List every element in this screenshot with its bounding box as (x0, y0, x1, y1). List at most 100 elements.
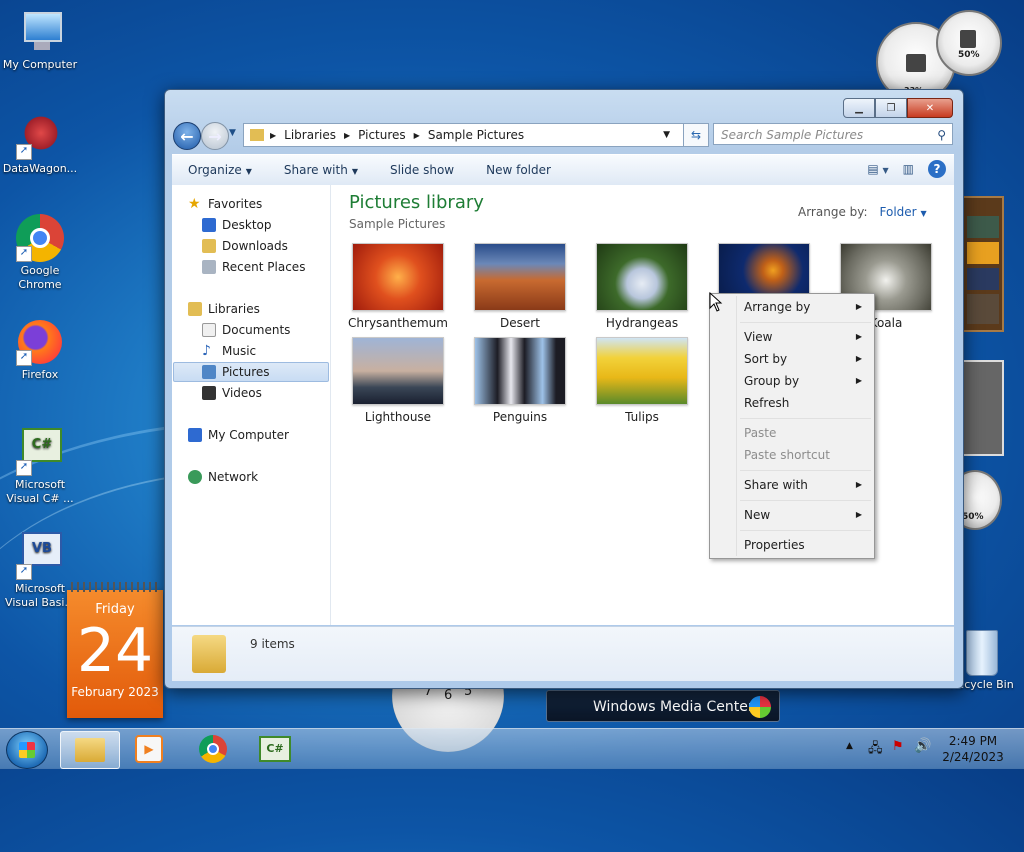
refresh-button[interactable]: ⇆ (683, 123, 709, 147)
menu-item-new[interactable]: New ▶ (744, 504, 870, 526)
nav-libraries[interactable]: Libraries (188, 299, 260, 319)
view-icon: ▤ (867, 162, 879, 176)
taskbar-chrome-button[interactable] (184, 731, 242, 767)
taskbar-media-player-button[interactable]: ▶ (120, 731, 178, 767)
thumbnail-image (596, 337, 688, 405)
thumbnail-item[interactable]: Penguins (465, 337, 575, 424)
menu-item-group-by[interactable]: Group by ▶ (744, 370, 870, 392)
volume-icon[interactable]: 🔊 (914, 738, 931, 754)
preview-pane-button[interactable]: ▥ (903, 162, 914, 176)
show-hidden-icons-button[interactable]: ▲ (846, 741, 853, 751)
thumbnail-item[interactable]: Lighthouse (343, 337, 453, 424)
menu-item-sort-by[interactable]: Sort by ▶ (744, 348, 870, 370)
visual-basic-icon: VB ➚ (16, 532, 64, 580)
nav-my-computer[interactable]: My Computer (188, 425, 289, 445)
nav-documents[interactable]: Documents (202, 320, 290, 340)
media-center-gadget[interactable]: Windows Media Center (546, 690, 780, 722)
back-arrow-icon: ← (180, 126, 194, 146)
desktop-icon-firefox[interactable]: ➚ Firefox (0, 318, 80, 382)
desktop-icon-datawagon[interactable]: ➚ DataWagon... (0, 112, 80, 176)
thumbnail-label: Desert (500, 316, 540, 330)
breadcrumb-pictures[interactable]: Pictures (358, 128, 406, 142)
windows-logo-icon (749, 696, 771, 718)
command-bar: Organize ▼ Share with ▼ Slide show New fol… (172, 154, 954, 186)
chevron-down-icon: ▼ (920, 209, 927, 218)
share-with-button[interactable]: Share with ▼ (268, 163, 374, 177)
submenu-arrow-icon: ▶ (855, 302, 862, 311)
menu-item-arrange-by[interactable]: Arrange by ▶ (744, 296, 870, 318)
nav-music[interactable]: ♪ Music (202, 341, 256, 361)
taskbar-explorer-button[interactable] (60, 731, 120, 769)
submenu-arrow-icon: ▶ (855, 354, 862, 363)
address-dropdown-icon[interactable]: ▼ (663, 130, 670, 140)
music-icon: ♪ (202, 343, 211, 359)
chevron-down-icon: ▼ (351, 167, 358, 176)
thumbnail-item[interactable]: Chrysanthemum (343, 243, 453, 330)
new-folder-label: New folder (486, 163, 551, 177)
nav-favorites[interactable]: ★ Favorites (188, 194, 262, 214)
change-view-button[interactable]: ▤ ▼ (867, 162, 888, 176)
forward-button[interactable]: → (201, 122, 229, 150)
help-button[interactable]: ? (928, 160, 946, 178)
start-button[interactable] (6, 731, 48, 769)
search-input[interactable]: Search Sample Pictures ⚲ (713, 123, 953, 145)
nav-pictures-label: Pictures (222, 365, 270, 379)
taskbar-clock[interactable]: 2:49 PM 2/24/2023 (940, 733, 1006, 765)
breadcrumb-libraries[interactable]: Libraries (284, 128, 336, 142)
close-button[interactable]: ✕ (907, 98, 953, 118)
recent-pages-dropdown[interactable]: ▼ (229, 128, 236, 138)
nav-pictures[interactable]: Pictures (202, 362, 270, 382)
organize-button[interactable]: Organize ▼ (172, 163, 268, 177)
preview-pane-icon: ▥ (902, 162, 914, 176)
nav-recent-places[interactable]: Recent Places (202, 257, 305, 277)
maximize-button[interactable]: ❐ (875, 98, 907, 118)
organize-label: Organize (188, 163, 242, 177)
thumbnail-label: Chrysanthemum (348, 316, 448, 330)
slideshow-gadget[interactable] (962, 196, 1004, 332)
arrange-by-label: Arrange by: (798, 205, 868, 219)
address-bar[interactable]: ▶ Libraries ▶ Pictures ▶ Sample Pictures… (243, 123, 685, 147)
cpu-meter-2-value: 50% (962, 512, 984, 522)
desktop-icon-my-computer[interactable]: My Computer (0, 8, 80, 72)
network-tray-icon[interactable]: 🖧 (868, 739, 883, 761)
shortcut-arrow-icon: ➚ (16, 350, 32, 366)
thumbnail-item[interactable]: Hydrangeas (587, 243, 697, 330)
computer-icon (16, 8, 64, 56)
arrange-by-dropdown[interactable]: Folder ▼ (880, 205, 927, 219)
search-icon: ⚲ (937, 128, 946, 142)
photo-gadget[interactable] (962, 360, 1004, 456)
menu-item-share-with[interactable]: Share with ▶ (744, 474, 870, 496)
menu-item-paste-shortcut[interactable]: Paste shortcut (744, 444, 870, 466)
chevron-down-icon: ▼ (245, 167, 252, 176)
new-folder-button[interactable]: New folder (470, 163, 567, 177)
taskbar-visual-csharp-button[interactable]: C# (246, 731, 304, 767)
nav-desktop[interactable]: Desktop (202, 215, 272, 235)
menu-item-view[interactable]: View ▶ (744, 326, 870, 348)
nav-libraries-label: Libraries (208, 302, 260, 316)
menu-item-paste[interactable]: Paste (744, 422, 870, 444)
menu-item-refresh[interactable]: Refresh (744, 392, 870, 414)
datawagon-icon: ➚ (16, 112, 64, 160)
slide-show-button[interactable]: Slide show (374, 163, 470, 177)
nav-downloads[interactable]: Downloads (202, 236, 288, 256)
nav-videos[interactable]: Videos (202, 383, 262, 403)
desktop-icon-visual-csharp[interactable]: C# ➚ Microsoft Visual C# ... (0, 428, 80, 506)
breadcrumb-sample-pictures[interactable]: Sample Pictures (428, 128, 524, 142)
action-center-flag-icon[interactable]: ⚑ (892, 739, 904, 754)
menu-item-properties[interactable]: Properties (744, 534, 870, 556)
memory-meter-gadget[interactable]: 50% (936, 10, 1002, 76)
submenu-arrow-icon: ▶ (855, 510, 862, 519)
thumbnail-item[interactable]: Desert (465, 243, 575, 330)
desktop-icon-label: Google Chrome (18, 264, 62, 291)
breadcrumb-separator-icon: ▶ (413, 130, 420, 140)
thumbnail-item[interactable]: Tulips (587, 337, 697, 424)
menu-separator (740, 530, 871, 531)
nav-network[interactable]: Network (188, 467, 258, 487)
cpu-chip-icon (906, 54, 926, 72)
chevron-down-icon: ▼ (882, 166, 889, 175)
desktop-icon-google-chrome[interactable]: ➚ Google Chrome (0, 214, 80, 292)
thumbnail-image (474, 243, 566, 311)
back-button[interactable]: ← (173, 122, 201, 150)
minimize-button[interactable]: ▁ (843, 98, 875, 118)
calendar-gadget[interactable]: Friday 24 February 2023 (67, 582, 163, 718)
